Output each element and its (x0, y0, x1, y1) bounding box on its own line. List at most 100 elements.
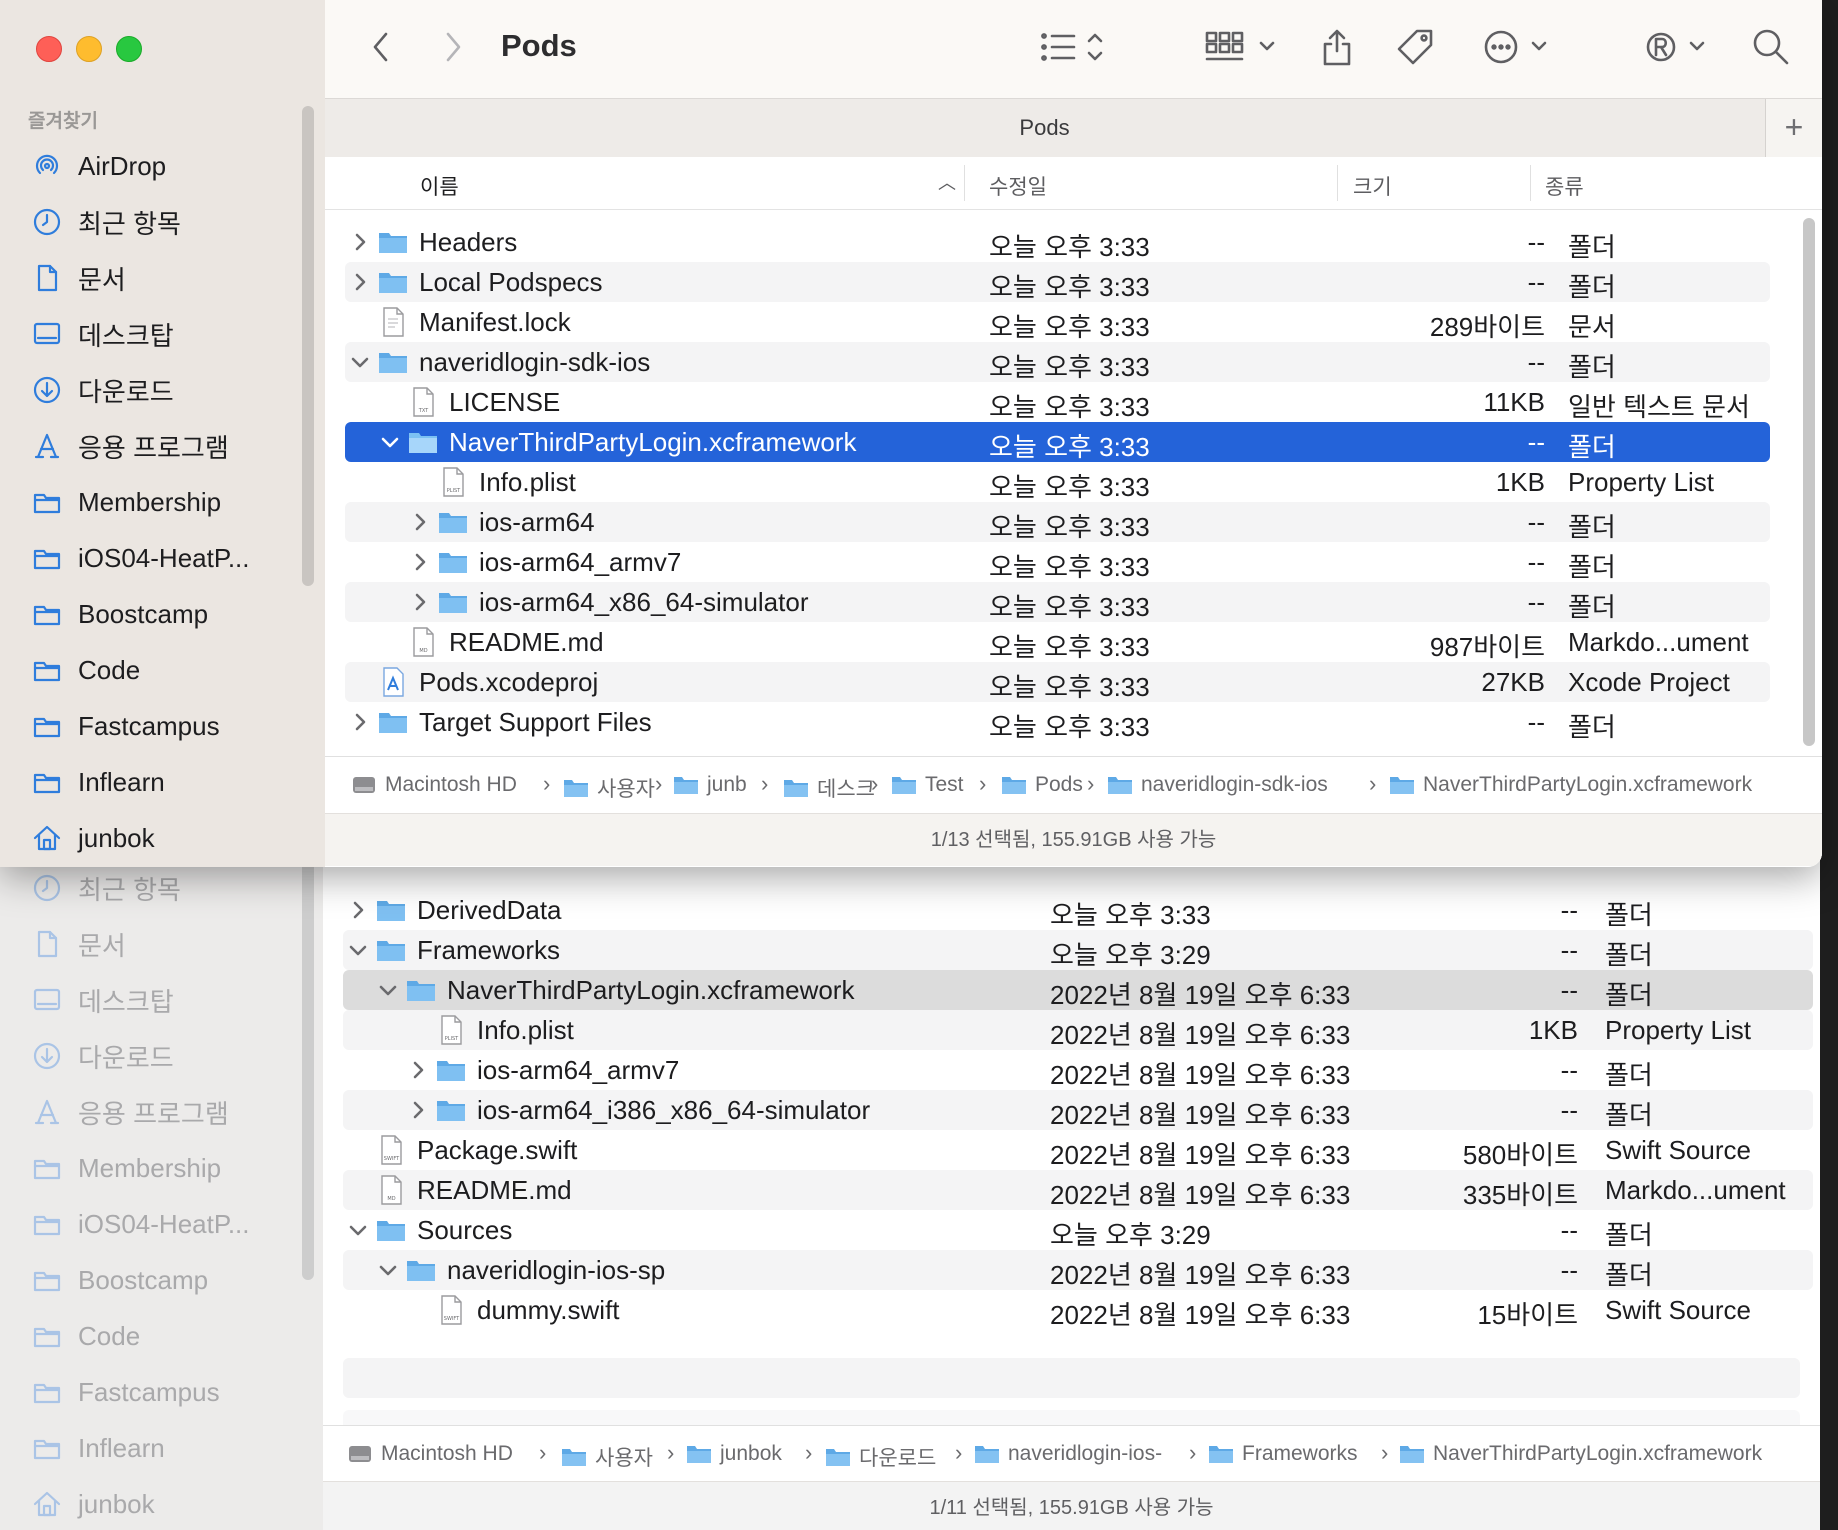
back-button[interactable] (369, 26, 393, 68)
sidebar-item[interactable]: 문서 (30, 924, 126, 964)
path-item[interactable]: 다운로드 (825, 1442, 936, 1472)
sidebar-item[interactable]: AirDrop (30, 146, 166, 186)
table-row[interactable]: Pods.xcodeproj 오늘 오후 3:33 27KB Xcode Projec… (345, 662, 1770, 702)
table-row[interactable]: PLIST Info.plist 오늘 오후 3:33 1KB Property Lis… (345, 462, 1770, 502)
path-item[interactable]: 데스크 (783, 773, 875, 803)
sidebar-item[interactable]: Inflearn (30, 762, 165, 802)
disclosure-closed-icon[interactable] (347, 897, 371, 923)
table-row[interactable]: Sources 오늘 오후 3:29 -- 폴더 (343, 1210, 1813, 1250)
path-item[interactable]: Macintosh HD (351, 773, 517, 797)
table-row[interactable]: Manifest.lock 오늘 오후 3:33 289바이트 문서 (345, 302, 1770, 342)
tab-pods[interactable]: Pods (325, 115, 1764, 141)
forward-button[interactable] (441, 26, 465, 68)
sidebar-item[interactable]: Code (30, 650, 140, 690)
path-item[interactable]: 사용자 (563, 773, 655, 803)
sidebar-item[interactable]: iOS04-HeatP... (30, 538, 250, 578)
disclosure-closed-icon[interactable] (407, 1057, 431, 1083)
disclosure-closed-icon[interactable] (409, 549, 433, 575)
disclosure-open-icon[interactable] (379, 429, 403, 455)
back-sidebar-scrollbar[interactable] (302, 840, 314, 1280)
table-row[interactable]: ios-arm64 오늘 오후 3:33 -- 폴더 (345, 502, 1770, 542)
table-row[interactable]: naveridlogin-ios-sp 2022년 8월 19일 오후 6:33 -… (343, 1250, 1813, 1290)
path-item[interactable]: NaverThirdPartyLogin.xcframework (1399, 1442, 1762, 1466)
path-item[interactable]: naveridlogin-ios- (974, 1442, 1162, 1466)
table-row[interactable]: NaverThirdPartyLogin.xcframework 2022년 8월… (343, 970, 1813, 1010)
sidebar-item[interactable]: junbok (30, 1484, 155, 1524)
tag-button[interactable] (1395, 26, 1435, 68)
close-button[interactable] (36, 36, 62, 62)
path-item[interactable]: NaverThirdPartyLogin.xcframework (1389, 773, 1752, 797)
table-row[interactable]: ios-arm64_armv7 오늘 오후 3:33 -- 폴더 (345, 542, 1770, 582)
new-tab-button[interactable]: + (1765, 99, 1822, 157)
sidebar-item[interactable]: 다운로드 (30, 1036, 174, 1076)
share-button[interactable] (1319, 26, 1355, 68)
search-button[interactable] (1751, 26, 1791, 68)
table-row[interactable]: PLIST Info.plist 2022년 8월 19일 오후 6:33 1KB Pr… (343, 1010, 1813, 1050)
disclosure-open-icon[interactable] (377, 977, 401, 1003)
disclosure-closed-icon[interactable] (349, 229, 373, 255)
table-row[interactable]: ios-arm64_x86_64-simulator 오늘 오후 3:33 -- 폴더 (345, 582, 1770, 622)
sidebar-item[interactable]: 응용 프로그램 (30, 1092, 229, 1132)
disclosure-closed-icon[interactable] (409, 589, 433, 615)
path-item[interactable]: junbok (686, 1442, 782, 1466)
sidebar-item[interactable]: Fastcampus (30, 1372, 220, 1412)
disclosure-closed-icon[interactable] (349, 709, 373, 735)
table-row[interactable]: Target Support Files 오늘 오후 3:33 -- 폴더 (345, 702, 1770, 742)
sidebar-item[interactable]: 문서 (30, 258, 126, 298)
table-row[interactable]: ios-arm64_armv7 2022년 8월 19일 오후 6:33 -- 폴더 (343, 1050, 1813, 1090)
view-list-button[interactable] (1040, 26, 1110, 68)
table-row[interactable]: naveridlogin-sdk-ios 오늘 오후 3:33 -- 폴더 (345, 342, 1770, 382)
table-row[interactable]: ios-arm64_i386_x86_64-simulator 2022년 8월 … (343, 1090, 1813, 1130)
column-size[interactable]: 크기 (1353, 171, 1392, 201)
sidebar-item[interactable]: 최근 항목 (30, 202, 181, 242)
sidebar-item[interactable]: Membership (30, 482, 221, 522)
more-actions-button[interactable] (1483, 26, 1553, 68)
sidebar-item[interactable]: Code (30, 1316, 140, 1356)
sidebar-item[interactable]: 데스크탑 (30, 980, 174, 1020)
table-row[interactable]: SWIFT dummy.swift 2022년 8월 19일 오후 6:33 15바이… (343, 1290, 1813, 1330)
table-row[interactable]: Headers 오늘 오후 3:33 -- 폴더 (345, 222, 1770, 262)
path-item[interactable]: Pods (1001, 773, 1083, 797)
list-scrollbar[interactable] (1803, 218, 1815, 746)
table-row[interactable]: DerivedData 오늘 오후 3:33 -- 폴더 (343, 890, 1813, 930)
path-item[interactable]: Test (891, 773, 964, 797)
table-row[interactable]: Local Podspecs 오늘 오후 3:33 -- 폴더 (345, 262, 1770, 302)
sidebar-item[interactable]: Inflearn (30, 1428, 165, 1468)
path-item[interactable]: 사용자 (561, 1442, 653, 1472)
sidebar-item[interactable]: 최근 항목 (30, 868, 181, 908)
sidebar-scrollbar[interactable] (302, 106, 314, 586)
table-row[interactable]: SWIFT Package.swift 2022년 8월 19일 오후 6:33 58… (343, 1130, 1813, 1170)
disclosure-closed-icon[interactable] (409, 509, 433, 535)
extension-button[interactable] (1645, 26, 1711, 68)
sidebar-item[interactable]: 데스크탑 (30, 314, 174, 354)
column-modified[interactable]: 수정일 (989, 171, 1047, 201)
disclosure-open-icon[interactable] (349, 349, 373, 375)
sidebar-item[interactable]: Boostcamp (30, 1260, 208, 1300)
sidebar-item[interactable]: Fastcampus (30, 706, 220, 746)
path-item[interactable]: Macintosh HD (347, 1442, 513, 1466)
sidebar-item[interactable]: junbok (30, 818, 155, 858)
column-name[interactable]: 이름 (420, 171, 459, 201)
minimize-button[interactable] (76, 36, 102, 62)
disclosure-closed-icon[interactable] (349, 269, 373, 295)
sidebar-item[interactable]: Boostcamp (30, 594, 208, 634)
column-kind[interactable]: 종류 (1545, 171, 1584, 201)
sidebar-item[interactable]: Membership (30, 1148, 221, 1188)
sidebar-item[interactable]: iOS04-HeatP... (30, 1204, 250, 1244)
table-row[interactable]: TXT LICENSE 오늘 오후 3:33 11KB 일반 텍스트 문서 (345, 382, 1770, 422)
table-row[interactable]: NaverThirdPartyLogin.xcframework 오늘 오후 3:… (345, 422, 1770, 462)
disclosure-closed-icon[interactable] (407, 1097, 431, 1123)
path-item[interactable]: Frameworks (1208, 1442, 1358, 1466)
disclosure-open-icon[interactable] (347, 937, 371, 963)
disclosure-open-icon[interactable] (347, 1217, 371, 1243)
path-item[interactable]: naveridlogin-sdk-ios (1107, 773, 1328, 797)
path-item[interactable]: junb (673, 773, 747, 797)
disclosure-open-icon[interactable] (377, 1257, 401, 1283)
sidebar-item[interactable]: 다운로드 (30, 370, 174, 410)
table-row[interactable]: MD README.md 오늘 오후 3:33 987바이트 Markdo...umen… (345, 622, 1770, 662)
table-row[interactable]: MD README.md 2022년 8월 19일 오후 6:33 335바이트 Mar… (343, 1170, 1813, 1210)
sidebar-item[interactable]: 응용 프로그램 (30, 426, 229, 466)
group-button[interactable] (1205, 26, 1277, 68)
zoom-button[interactable] (116, 36, 142, 62)
table-row[interactable]: Frameworks 오늘 오후 3:29 -- 폴더 (343, 930, 1813, 970)
